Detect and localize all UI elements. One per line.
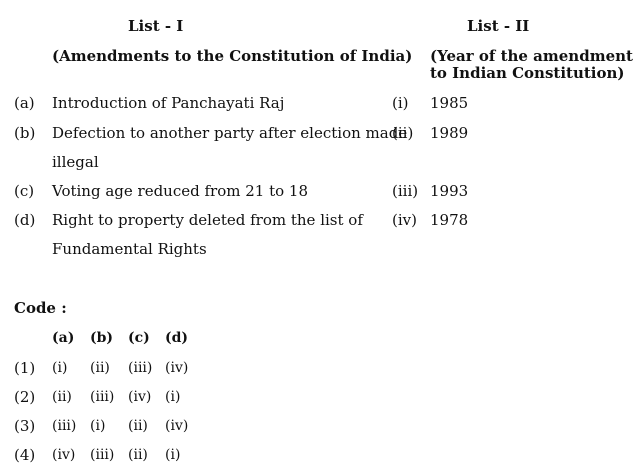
list-1-item-c-text: Voting age reduced from 21 to 18 <box>52 182 309 200</box>
code-option-value: (iv) <box>165 360 189 376</box>
list-1-item-d-text: Right to property deleted from the list … <box>52 211 363 229</box>
code-option-value: (ii) <box>52 389 72 405</box>
list-2-item-iv-value: 1978 <box>430 211 469 229</box>
list-1-item-a-label: (a) <box>14 94 35 112</box>
code-option-value: (ii) <box>90 360 110 376</box>
list-1-title: List - I <box>128 17 184 35</box>
code-option-value: (i) <box>165 389 181 405</box>
code-header-a: (a) <box>52 330 75 346</box>
code-option-value: (ii) <box>128 418 148 434</box>
code-option-label: (2) <box>14 388 36 406</box>
code-title: Code : <box>14 299 67 317</box>
code-header-d: (d) <box>165 330 189 346</box>
list-1-subtitle: (Amendments to the Constitution of India… <box>52 47 413 65</box>
list-1-item-a-text: Introduction of Panchayati Raj <box>52 94 285 112</box>
list-2-subtitle: (Year of the amendment to Indian Constit… <box>430 47 633 82</box>
list-2-item-iii-label: (iii) <box>392 182 419 200</box>
code-option-label: (3) <box>14 417 36 435</box>
code-option-value: (i) <box>165 447 181 463</box>
page: { "list1": { "title": "List - I", "subti… <box>0 0 641 471</box>
code-option-label: (4) <box>14 446 36 464</box>
list-2-item-ii-label: (ii) <box>392 124 414 142</box>
list-2-item-i-label: (i) <box>392 94 409 112</box>
list-1-item-d-text-cont: Fundamental Rights <box>52 240 207 258</box>
code-option-value: (iv) <box>165 418 189 434</box>
code-option-value: (ii) <box>128 447 148 463</box>
code-header-b: (b) <box>90 330 114 346</box>
code-option-value: (iii) <box>128 360 153 376</box>
list-2-item-ii-value: 1989 <box>430 124 469 142</box>
code-option-value: (iv) <box>52 447 76 463</box>
list-2-item-iv-label: (iv) <box>392 211 417 229</box>
list-1-item-b-text-cont: illegal <box>52 153 99 171</box>
list-1-item-b-label: (b) <box>14 124 36 142</box>
code-option-value: (i) <box>52 360 68 376</box>
code-header-c: (c) <box>128 330 150 346</box>
list-1-item-d-label: (d) <box>14 211 36 229</box>
list-1-item-c-label: (c) <box>14 182 35 200</box>
code-option-value: (iii) <box>52 418 77 434</box>
list-2-item-i-value: 1985 <box>430 94 469 112</box>
code-option-value: (iii) <box>90 447 115 463</box>
code-option-label: (1) <box>14 359 36 377</box>
list-1-item-b-text: Defection to another party after electio… <box>52 124 408 142</box>
list-2-title: List - II <box>467 17 530 35</box>
code-option-value: (i) <box>90 418 106 434</box>
code-option-value: (iv) <box>128 389 152 405</box>
code-option-value: (iii) <box>90 389 115 405</box>
list-2-item-iii-value: 1993 <box>430 182 469 200</box>
